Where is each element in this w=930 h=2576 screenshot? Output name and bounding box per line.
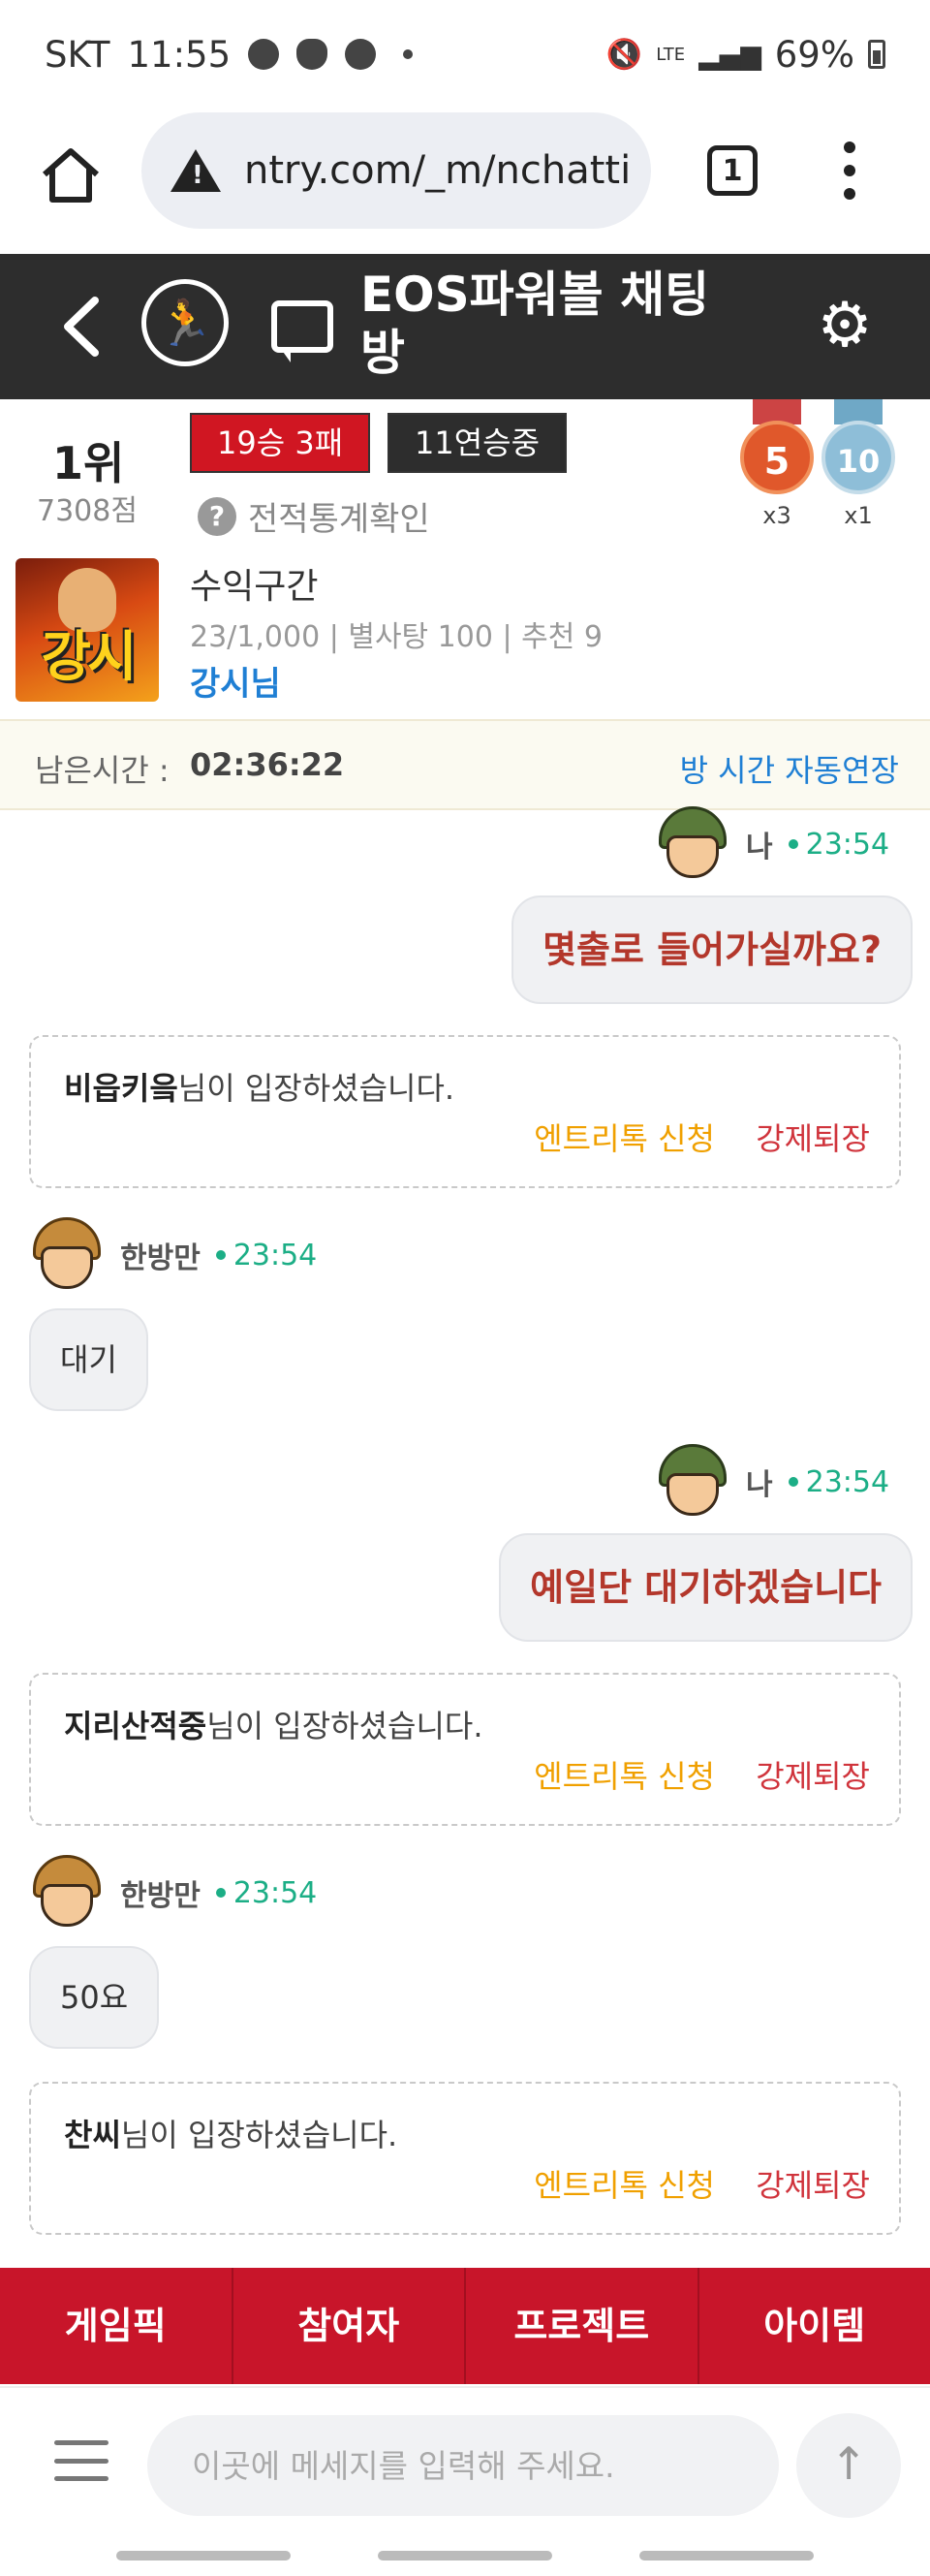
lte-label: LTE	[656, 44, 686, 65]
more-notifications-dot	[403, 49, 414, 59]
avatar[interactable]	[655, 806, 730, 882]
entry-notice: 지리산적중님이 입장하셨습니다. 엔트리톡 신청 강제퇴장	[29, 1673, 901, 1826]
notice-user[interactable]: 비읍키읔	[64, 1070, 178, 1107]
hamburger-menu-icon[interactable]	[54, 2440, 108, 2481]
notice-user[interactable]: 지리산적중	[64, 1708, 206, 1744]
message-time: 23:54	[216, 1239, 317, 1272]
gear-icon[interactable]: ⚙	[814, 295, 876, 357]
browser-toolbar: ! ntry.com/_m/nchatti 1	[0, 109, 930, 254]
message-header: 한방만 23:54	[29, 1217, 317, 1293]
tab-game-pick[interactable]: 게임픽	[0, 2268, 233, 2384]
remaining-time-value: 02:36:22	[190, 746, 345, 783]
auto-extend-link[interactable]: 방 시간 자동연장	[680, 746, 899, 791]
status-bar: SKT 11:55 🔇 LTE ▂▄▆ 69%	[0, 0, 930, 109]
carrier-label: SKT	[45, 33, 110, 76]
entry-notice: 찬씨님이 입장하셨습니다. 엔트리톡 신청 강제퇴장	[29, 2082, 901, 2235]
notice-text: 지리산적중님이 입장하셨습니다.	[64, 1702, 483, 1746]
battery-percent: 69%	[774, 33, 854, 76]
tab-participants[interactable]: 참여자	[233, 2268, 466, 2384]
exit-room-icon[interactable]: 🏃	[141, 279, 229, 366]
tab-project[interactable]: 프로젝트	[466, 2268, 699, 2384]
notice-user[interactable]: 찬씨	[64, 2117, 121, 2153]
room-host-link[interactable]: 강시님	[190, 657, 281, 705]
message-header: 한방만 23:54	[29, 1855, 317, 1931]
win-loss-badge: 19승 3패	[190, 413, 371, 473]
recent-apps-hint[interactable]	[116, 2551, 291, 2560]
address-bar[interactable]: ! ntry.com/_m/nchatti	[141, 112, 651, 229]
medal-level: 10	[822, 421, 895, 494]
warning-icon: !	[170, 149, 221, 192]
stats-link-label: 전적통계확인	[248, 500, 430, 539]
room-name: 수익구간	[190, 567, 319, 607]
message-input[interactable]	[147, 2415, 779, 2516]
streak-badge: 11연승중	[388, 413, 568, 473]
app-header: 🏃 EOS파워볼 채팅방 ⚙	[0, 254, 930, 399]
medal-count: x1	[844, 502, 873, 529]
stats-link[interactable]: ? 전적통계확인	[198, 492, 430, 540]
entry-notice: 비읍키읔님이 입장하셨습니다. 엔트리톡 신청 강제퇴장	[29, 1035, 901, 1188]
rank-position: 1위	[52, 437, 125, 489]
account-icon	[248, 39, 280, 70]
message-input-bar: ↑	[0, 2386, 930, 2541]
avatar[interactable]	[29, 1217, 105, 1293]
notice-suffix: 님이 입장하셨습니다.	[120, 2117, 398, 2153]
kick-button[interactable]: 강제퇴장	[756, 1115, 870, 1159]
remaining-time-label: 남은시간 :	[35, 752, 170, 789]
medal-level-10: 10 x1	[820, 399, 897, 529]
sender-name: 한방만	[120, 1879, 201, 1913]
room-avatar[interactable]: 강시	[16, 558, 159, 702]
message-bubble: 몇출로 들어가실까요?	[512, 895, 913, 1004]
back-hint[interactable]	[639, 2551, 814, 2560]
send-arrow-icon[interactable]: ↑	[796, 2413, 901, 2518]
notice-text: 비읍키읔님이 입장하셨습니다.	[64, 1064, 454, 1109]
battery-icon	[868, 40, 885, 69]
message-bubble: 대기	[29, 1308, 148, 1411]
message-time: 23:54	[789, 828, 889, 862]
notice-suffix: 님이 입장하셨습니다.	[177, 1070, 455, 1107]
sender-name: 나	[746, 1468, 773, 1502]
clock: 11:55	[127, 33, 232, 76]
room-meta: 23/1,000 | 별사탕 100 | 추천 9	[190, 620, 603, 654]
chat-notification-icon	[345, 39, 377, 70]
message-header: 나 23:54	[655, 1444, 889, 1520]
question-icon: ?	[198, 496, 236, 536]
notice-text: 찬씨님이 입장하셨습니다.	[64, 2111, 397, 2155]
kick-button[interactable]: 강제퇴장	[756, 1752, 870, 1797]
mute-icon: 🔇	[605, 37, 643, 72]
chat-bubble-icon[interactable]	[271, 300, 333, 362]
back-arrow-icon[interactable]	[54, 293, 112, 361]
avatar[interactable]	[655, 1444, 730, 1520]
message-time: 23:54	[789, 1465, 889, 1499]
entry-talk-request-button[interactable]: 엔트리톡 신청	[534, 2161, 715, 2206]
heart-icon	[296, 39, 328, 70]
medal-level-5: 5 x3	[738, 399, 816, 529]
home-icon[interactable]	[39, 143, 103, 207]
message-header: 나 23:54	[655, 806, 889, 882]
notice-suffix: 님이 입장하셨습니다.	[206, 1708, 483, 1744]
message-time: 23:54	[216, 1876, 317, 1910]
message-bubble: 50요	[29, 1946, 160, 2049]
avatar-caption: 강시	[41, 626, 137, 689]
medal-level: 5	[740, 421, 814, 494]
tab-switcher-button[interactable]: 1	[707, 145, 758, 196]
tab-items[interactable]: 아이템	[699, 2268, 930, 2384]
signal-icon: ▂▄▆	[698, 38, 761, 71]
page-title: EOS파워볼 채팅방	[360, 267, 710, 381]
sender-name: 나	[746, 831, 773, 864]
avatar[interactable]	[29, 1855, 105, 1931]
entry-talk-request-button[interactable]: 엔트리톡 신청	[534, 1752, 715, 1797]
kick-button[interactable]: 강제퇴장	[756, 2161, 870, 2206]
url-text: ntry.com/_m/nchatti	[244, 148, 632, 193]
medal-count: x3	[762, 502, 791, 529]
rank-points: 7308점	[37, 494, 138, 528]
entry-talk-request-button[interactable]: 엔트리톡 신청	[534, 1115, 715, 1159]
browser-menu-icon[interactable]	[835, 141, 864, 200]
home-hint[interactable]	[378, 2551, 552, 2560]
system-navigation-bar	[0, 2547, 930, 2576]
bottom-tab-bar: 게임픽 참여자 프로젝트 아이템	[0, 2268, 930, 2384]
remaining-time-bar: 남은시간 : 02:36:22 방 시간 자동연장	[0, 719, 930, 810]
sender-name: 한방만	[120, 1241, 201, 1275]
message-bubble: 예일단 대기하겠습니다	[499, 1533, 913, 1642]
